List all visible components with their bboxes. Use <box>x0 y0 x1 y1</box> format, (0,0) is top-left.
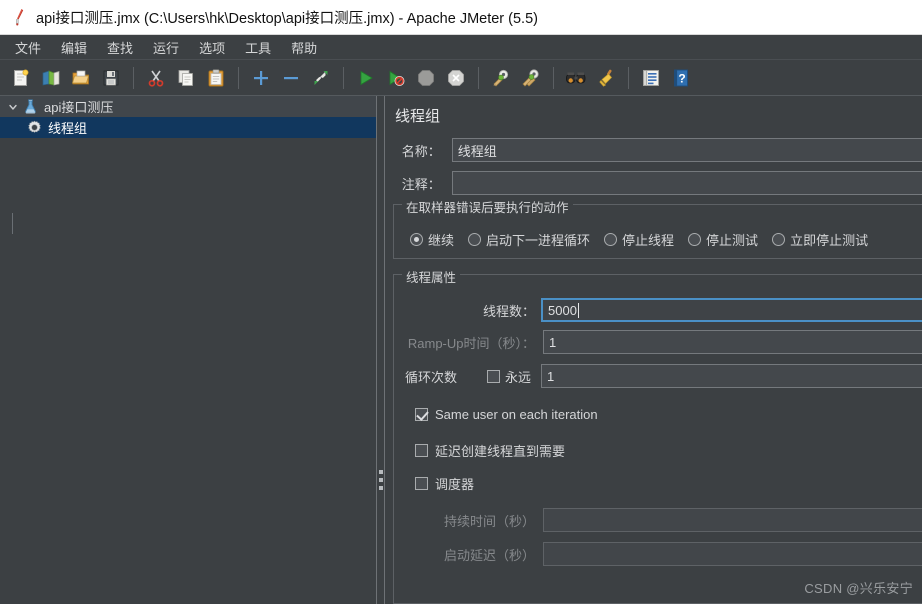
clear-all-icon[interactable] <box>518 65 544 91</box>
test-plan-flask-icon <box>22 98 39 115</box>
menu-bar: 文件 编辑 查找 运行 选项 工具 帮助 <box>0 35 922 60</box>
radio-stop-test-now[interactable]: 立即停止测试 <box>772 230 868 249</box>
menu-search[interactable]: 查找 <box>98 36 142 59</box>
radio-mark-stop-thread[interactable] <box>604 233 618 246</box>
save-icon[interactable] <box>98 65 124 91</box>
search-icon[interactable] <box>563 65 589 91</box>
thread-properties-title: 线程属性 <box>402 267 461 286</box>
chevron-down-icon[interactable] <box>6 100 20 114</box>
menu-edit[interactable]: 编辑 <box>52 36 96 59</box>
forever-checkbox[interactable] <box>487 369 500 383</box>
duration-label: 持续时间（秒） <box>443 513 535 529</box>
loop-count-label: 循环次数 <box>405 369 458 385</box>
split-pane-divider[interactable] <box>376 96 385 604</box>
toolbar-separator <box>133 66 134 89</box>
name-label: 名称： <box>401 143 441 159</box>
same-user-row[interactable]: Same user on each iteration <box>415 407 598 422</box>
scheduler-label: 调度器 <box>435 477 475 492</box>
title-bar: api接口测压.jmx (C:\Users\hk\Desktop\api接口测压… <box>0 0 922 35</box>
rampup-label: Ramp-Up时间（秒）： <box>407 335 535 351</box>
tree-node-label: 线程组 <box>48 121 88 136</box>
name-input[interactable]: 线程组 <box>451 138 922 162</box>
sampler-error-action-radios: 继续 启动下一进程循环 停止线程 停止测试 立即停止测试 <box>410 230 882 249</box>
same-user-label: Same user on each iteration <box>435 407 598 422</box>
stop-icon[interactable] <box>413 65 439 91</box>
toolbar-separator <box>478 66 479 89</box>
startup-delay-row: 启动延迟（秒） <box>405 542 922 566</box>
test-plan-tree[interactable]: api接口测压 线程组 <box>0 96 376 604</box>
delayed-start-checkbox[interactable] <box>415 444 428 457</box>
thread-group-config-panel: 线程组 名称： 线程组 注释： 在取样器错误后要执行的动作 继续 启动下一进程循… <box>385 96 922 604</box>
tree-node-label: api接口测压 <box>44 100 114 115</box>
toolbar-separator <box>553 66 554 89</box>
delayed-start-label: 延迟创建线程直到需要 <box>435 444 566 459</box>
collapse-icon[interactable] <box>278 65 304 91</box>
radio-stop-test[interactable]: 停止测试 <box>688 230 758 249</box>
rampup-input[interactable]: 1 <box>543 330 922 354</box>
sampler-error-action-title: 在取样器错误后要执行的动作 <box>402 197 573 216</box>
radio-mark-continue[interactable] <box>410 233 423 246</box>
comment-input[interactable] <box>451 171 922 195</box>
loop-count-row: 循环次数 永远 1 <box>405 364 922 388</box>
duration-row: 持续时间（秒） <box>405 508 922 532</box>
toolbar-separator <box>343 66 344 89</box>
split-grip-handle[interactable] <box>379 470 383 490</box>
loop-count-input[interactable]: 1 <box>541 364 922 388</box>
clear-icon[interactable] <box>488 65 514 91</box>
new-icon[interactable] <box>8 65 34 91</box>
radio-stop-thread[interactable]: 停止线程 <box>604 230 674 249</box>
toggle-icon[interactable] <box>308 65 334 91</box>
startup-delay-input[interactable] <box>543 542 922 566</box>
radio-continue[interactable]: 继续 <box>410 230 454 249</box>
start-icon[interactable] <box>353 65 379 91</box>
delayed-start-row[interactable]: 延迟创建线程直到需要 <box>415 441 565 460</box>
csdn-watermark: CSDN @兴乐安宁 <box>804 581 913 596</box>
tree-node-test-plan[interactable]: api接口测压 <box>0 96 376 117</box>
radio-mark-stop-test-now[interactable] <box>772 233 786 246</box>
tree-indent-guide <box>12 213 13 234</box>
scheduler-row[interactable]: 调度器 <box>415 474 474 493</box>
forever-label: 永远 <box>505 369 532 385</box>
radio-mark-start-next-loop[interactable] <box>468 233 482 246</box>
duration-input[interactable] <box>543 508 922 532</box>
tree-node-thread-group[interactable]: 线程组 <box>0 117 376 138</box>
toolbar: ? <box>0 60 922 96</box>
menu-run[interactable]: 运行 <box>144 36 188 59</box>
menu-help[interactable]: 帮助 <box>282 36 326 59</box>
same-user-checkbox[interactable] <box>415 408 428 421</box>
window-title: api接口测压.jmx (C:\Users\hk\Desktop\api接口测压… <box>36 10 538 27</box>
scheduler-checkbox[interactable] <box>415 477 428 490</box>
help-icon[interactable]: ? <box>668 65 694 91</box>
toolbar-separator <box>628 66 629 89</box>
name-row: 名称： 线程组 <box>395 138 922 162</box>
shutdown-icon[interactable] <box>443 65 469 91</box>
thread-count-label: 线程数： <box>482 303 535 319</box>
templates-icon[interactable] <box>38 65 64 91</box>
search-reset-icon[interactable] <box>593 65 619 91</box>
toolbar-separator <box>238 66 239 89</box>
radio-start-next-loop[interactable]: 启动下一进程循环 <box>468 230 590 249</box>
thread-count-input[interactable]: 5000 <box>541 298 922 322</box>
copy-icon[interactable] <box>173 65 199 91</box>
radio-mark-stop-test[interactable] <box>688 233 702 246</box>
expand-icon[interactable] <box>248 65 274 91</box>
jmeter-feather-icon <box>9 6 31 28</box>
thread-group-gear-icon <box>26 119 43 136</box>
comment-label: 注释： <box>401 176 441 192</box>
jmeter-window: api接口测压.jmx (C:\Users\hk\Desktop\api接口测压… <box>0 0 922 604</box>
cut-icon[interactable] <box>143 65 169 91</box>
start-no-timers-icon[interactable] <box>383 65 409 91</box>
menu-tools[interactable]: 工具 <box>236 36 280 59</box>
function-helper-icon[interactable] <box>638 65 664 91</box>
open-icon[interactable] <box>68 65 94 91</box>
page-title: 线程组 <box>395 108 441 125</box>
startup-delay-label: 启动延迟（秒） <box>443 547 535 563</box>
svg-text:?: ? <box>678 71 685 85</box>
thread-count-row: 线程数： 5000 <box>405 298 922 322</box>
rampup-row: Ramp-Up时间（秒）： 1 <box>405 330 922 354</box>
paste-icon[interactable] <box>203 65 229 91</box>
comment-row: 注释： <box>395 171 922 195</box>
menu-options[interactable]: 选项 <box>190 36 234 59</box>
menu-file[interactable]: 文件 <box>6 36 50 59</box>
